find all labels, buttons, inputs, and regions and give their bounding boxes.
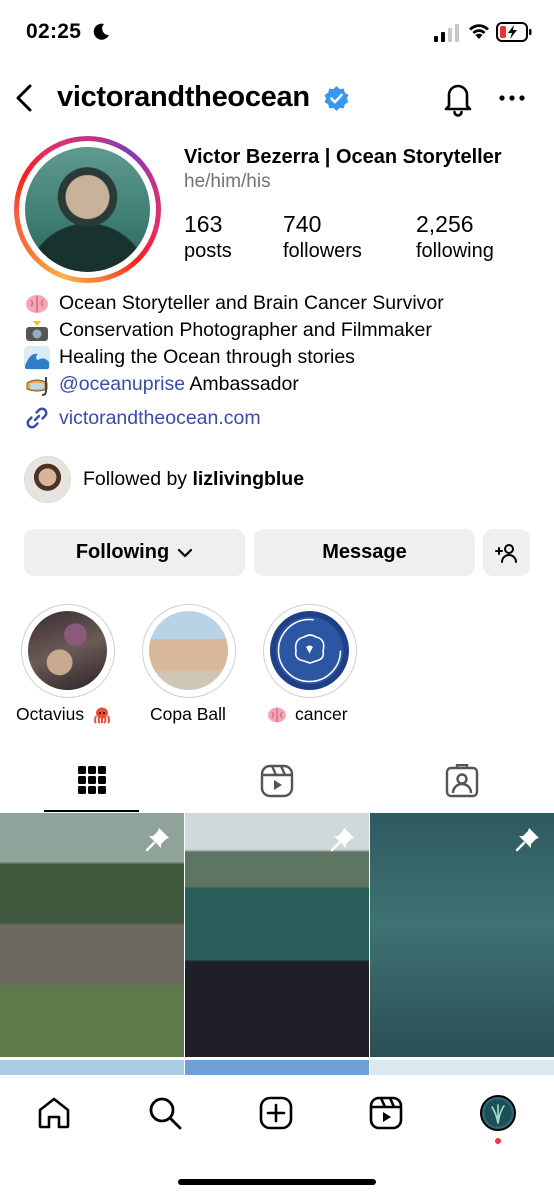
highlight-label: Copa Ball bbox=[150, 704, 226, 724]
home-icon bbox=[38, 1097, 70, 1129]
plant-icon bbox=[491, 1104, 505, 1124]
camera-flash-emoji-icon bbox=[26, 320, 48, 341]
status-bar: 02:25 bbox=[0, 0, 554, 70]
message-button[interactable]: Message bbox=[254, 529, 475, 576]
following-button-label: Following bbox=[75, 541, 170, 563]
profile-tabs bbox=[0, 750, 554, 812]
reels-icon bbox=[260, 764, 293, 798]
highlight-cover bbox=[149, 611, 228, 690]
more-options-icon[interactable] bbox=[498, 90, 526, 106]
bio-line: @oceanuprise Ambassador bbox=[24, 371, 444, 398]
followers-label: followers bbox=[283, 240, 362, 262]
oceanuprise-mention-link[interactable]: @oceanuprise bbox=[59, 371, 185, 398]
website-link-text: victorandtheocean.com bbox=[59, 406, 261, 429]
highlight-copa-ball[interactable]: Copa Ball bbox=[142, 604, 236, 724]
bio-line: Conservation Photographer and Filmmaker bbox=[24, 317, 444, 344]
post-thumbnail[interactable] bbox=[0, 1060, 184, 1075]
notification-dot bbox=[495, 1138, 501, 1144]
bio-text: Ocean Storyteller and Brain Cancer Survi… bbox=[59, 292, 444, 314]
nav-search[interactable] bbox=[145, 1093, 185, 1133]
stat-posts[interactable]: 163 posts bbox=[184, 211, 232, 265]
search-icon bbox=[149, 1097, 182, 1130]
back-arrow-icon[interactable] bbox=[10, 80, 38, 116]
verified-badge-icon bbox=[324, 86, 349, 111]
posts-count: 163 bbox=[184, 211, 223, 237]
brain-emoji-icon bbox=[268, 707, 286, 722]
status-time: 02:25 bbox=[26, 20, 82, 43]
followed-by-prefix: Followed by bbox=[83, 468, 193, 490]
follower-avatar[interactable] bbox=[24, 456, 71, 503]
diving-mask-emoji-icon bbox=[26, 376, 48, 396]
highlight-cancer[interactable]: cancer bbox=[263, 604, 357, 724]
display-name: Victor Bezerra | Ocean Storyteller bbox=[184, 146, 502, 168]
battery-charging-icon bbox=[496, 22, 532, 42]
posts-label: posts bbox=[184, 240, 232, 262]
post-thumbnail[interactable] bbox=[370, 813, 554, 1057]
post-thumbnail[interactable] bbox=[370, 1060, 554, 1075]
pronouns: he/him/his bbox=[184, 171, 271, 192]
nav-profile[interactable] bbox=[478, 1093, 518, 1133]
message-button-label: Message bbox=[322, 541, 407, 563]
tab-posts-grid[interactable] bbox=[44, 750, 139, 812]
highlight-octavius[interactable]: Octavius bbox=[16, 604, 115, 724]
moon-icon bbox=[93, 23, 109, 40]
reels-icon bbox=[369, 1096, 403, 1130]
create-post-icon bbox=[259, 1096, 293, 1130]
profile-username: victorandtheocean bbox=[57, 81, 310, 113]
highlight-cover bbox=[270, 611, 349, 690]
nav-reels[interactable] bbox=[366, 1093, 406, 1133]
chevron-down-icon bbox=[178, 548, 193, 557]
followers-count: 740 bbox=[283, 211, 322, 237]
tab-tagged[interactable] bbox=[414, 750, 509, 812]
following-label: following bbox=[416, 240, 494, 262]
wifi-icon bbox=[469, 24, 489, 39]
stat-following[interactable]: 2,256 following bbox=[416, 211, 494, 265]
following-count: 2,256 bbox=[416, 211, 474, 237]
tagged-person-icon bbox=[445, 764, 478, 798]
suggested-users-button[interactable] bbox=[483, 529, 530, 576]
grid-icon bbox=[77, 766, 106, 794]
link-icon bbox=[26, 407, 48, 429]
wave-emoji-icon bbox=[24, 345, 50, 370]
nav-home[interactable] bbox=[34, 1093, 74, 1133]
pin-icon bbox=[330, 828, 354, 852]
pin-icon bbox=[145, 828, 169, 852]
bio-text: Healing the Ocean through stories bbox=[59, 346, 355, 368]
add-person-icon bbox=[494, 543, 517, 563]
followed-by-username: lizlivingblue bbox=[192, 468, 305, 490]
bio-text: Conservation Photographer and Filmmaker bbox=[59, 319, 432, 341]
profile-avatar-small bbox=[480, 1095, 516, 1131]
highlight-label: cancer bbox=[295, 704, 348, 724]
following-button[interactable]: Following bbox=[24, 529, 245, 576]
post-thumbnail[interactable] bbox=[185, 813, 369, 1057]
octopus-emoji-icon bbox=[94, 707, 111, 724]
brain-emoji-icon bbox=[26, 294, 48, 313]
pin-icon bbox=[515, 828, 539, 852]
profile-avatar-story-ring[interactable] bbox=[14, 136, 161, 283]
profile-header: victorandtheocean bbox=[0, 72, 554, 126]
stat-followers[interactable]: 740 followers bbox=[283, 211, 362, 265]
bio-line: Ocean Storyteller and Brain Cancer Survi… bbox=[24, 290, 444, 317]
profile-bio: Ocean Storyteller and Brain Cancer Survi… bbox=[24, 290, 444, 398]
cellular-signal-icon bbox=[434, 24, 459, 42]
tab-reels[interactable] bbox=[229, 750, 324, 812]
website-link[interactable]: victorandtheocean.com bbox=[24, 405, 261, 431]
bio-line: Healing the Ocean through stories bbox=[24, 344, 444, 371]
highlight-label: Octavius bbox=[16, 704, 85, 724]
notification-bell-icon[interactable] bbox=[440, 78, 476, 118]
home-indicator bbox=[178, 1179, 376, 1185]
profile-avatar bbox=[25, 147, 150, 272]
bio-text: Ambassador bbox=[185, 373, 299, 395]
post-thumbnail[interactable] bbox=[185, 1060, 369, 1075]
followed-by-text[interactable]: Followed by lizlivingblue bbox=[83, 468, 304, 491]
post-thumbnail[interactable] bbox=[0, 813, 184, 1057]
brain-icon bbox=[277, 618, 342, 683]
highlight-cover bbox=[28, 611, 107, 690]
nav-create[interactable] bbox=[256, 1093, 296, 1133]
